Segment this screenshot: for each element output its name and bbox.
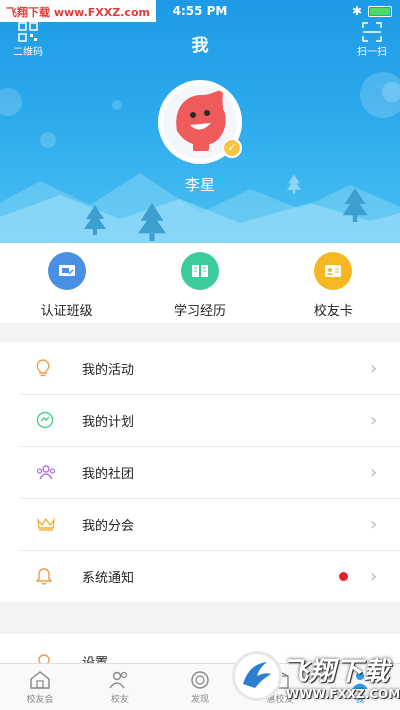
scan-icon	[362, 22, 382, 42]
quick-label: 学习经历	[173, 304, 226, 319]
menu-label: 我的活动	[82, 362, 135, 378]
tab-label: 校友会	[26, 695, 54, 705]
scan-label: 扫一扫	[357, 47, 387, 58]
tab-discover[interactable]: 发现	[160, 664, 240, 710]
profile-page: 飞翔下载 www.FXXZ.com 4:55 PM ✱ 二维码 我 扫一扫 ✓ …	[0, 0, 400, 710]
quick-label: 认证班级	[40, 304, 93, 319]
menu-label: 我的社团	[82, 466, 135, 482]
decor-bubble	[112, 100, 122, 110]
tree-icon	[138, 203, 166, 241]
scan-button[interactable]: 扫一扫	[344, 20, 400, 64]
certified-class-icon	[47, 252, 86, 290]
avatar[interactable]: ✓	[158, 80, 242, 164]
page-title: 我	[191, 36, 209, 56]
quick-certified-class[interactable]: 认证班级	[0, 243, 133, 323]
decor-bubble	[0, 88, 22, 116]
verified-badge-icon: ✓	[222, 138, 242, 158]
tab-alumni[interactable]: 校友	[80, 664, 160, 710]
book-icon	[180, 252, 219, 290]
site-logo-icon	[232, 651, 282, 701]
card-icon	[314, 252, 353, 290]
tab-label: 校友	[110, 695, 129, 705]
username: 李星	[184, 176, 215, 194]
quick-label: 校友卡	[313, 304, 353, 319]
people-icon	[109, 671, 128, 689]
menu-my-clubs[interactable]: 我的社团 ›	[0, 446, 400, 498]
tab-label: 发现	[190, 695, 209, 705]
group-icon	[36, 465, 56, 480]
menu-list: 我的活动 › 我的计划 › 我的社团 › 我的分会 › 系统通知 ›	[0, 342, 400, 602]
status-time: 4:55 PM	[172, 4, 228, 18]
menu-my-activities[interactable]: 我的活动 ›	[0, 342, 400, 394]
unread-badge	[339, 571, 348, 581]
discover-icon	[191, 671, 209, 689]
chevron-right-icon: ›	[370, 513, 378, 535]
tree-icon	[84, 205, 106, 235]
bluetooth-icon: ✱	[351, 4, 362, 18]
tab-alumni-association[interactable]: 校友会	[0, 664, 80, 710]
site-logo-url: WWW.FXXZ.COM	[286, 687, 400, 701]
menu-my-branches[interactable]: 我的分会 ›	[0, 498, 400, 550]
menu-label: 我的分会	[82, 518, 135, 534]
menu-label: 我的计划	[82, 414, 135, 430]
chevron-right-icon: ›	[370, 409, 378, 431]
plan-check-icon	[36, 411, 54, 429]
chevron-right-icon: ›	[370, 565, 378, 587]
chevron-right-icon: ›	[370, 461, 378, 483]
bell-icon	[36, 568, 52, 585]
menu-my-plans[interactable]: 我的计划 ›	[0, 394, 400, 446]
lightbulb-icon	[36, 359, 50, 377]
menu-label: 系统通知	[82, 570, 135, 586]
site-logo-overlay: 飞翔下载 WWW.FXXZ.COM	[232, 649, 400, 707]
quick-actions: 认证班级 学习经历 校友卡	[0, 243, 400, 323]
crown-icon	[36, 517, 56, 531]
quick-study-history[interactable]: 学习经历	[133, 243, 266, 323]
site-logo-title: 飞翔下载	[282, 657, 391, 687]
battery-icon	[368, 6, 392, 17]
profile-header: 飞翔下载 www.FXXZ.com 4:55 PM ✱ 二维码 我 扫一扫 ✓ …	[0, 0, 400, 243]
quick-alumni-card[interactable]: 校友卡	[267, 243, 400, 323]
menu-system-notifications[interactable]: 系统通知 ›	[0, 550, 400, 602]
alumni-house-icon	[30, 671, 50, 689]
decor-bubble	[382, 82, 400, 102]
status-bar: 飞翔下载 www.FXXZ.com 4:55 PM ✱	[0, 0, 400, 22]
chevron-right-icon: ›	[370, 357, 378, 379]
